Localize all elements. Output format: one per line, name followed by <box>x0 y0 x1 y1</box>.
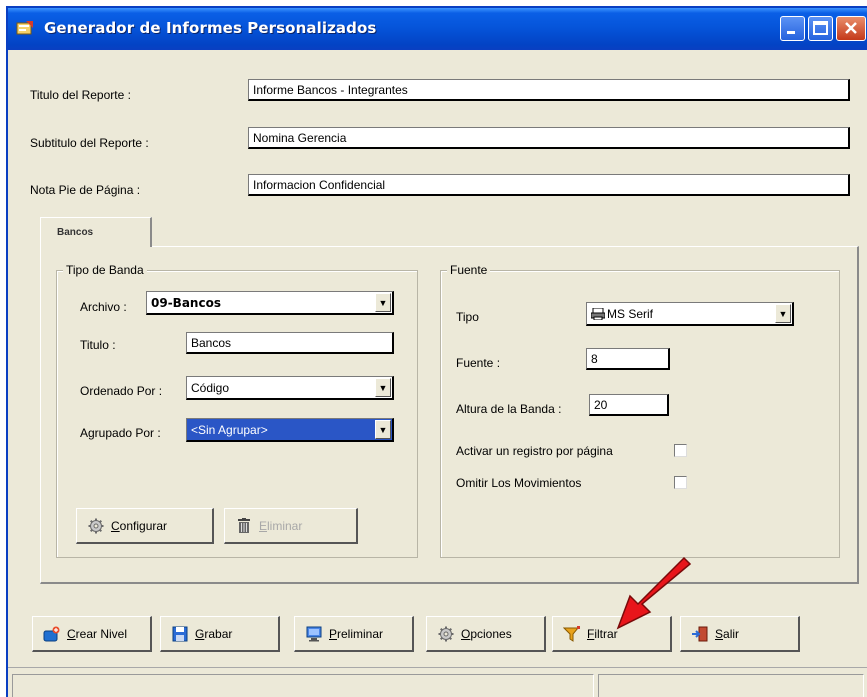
grabar-button[interactable]: Grabar <box>160 616 280 652</box>
preliminar-button[interactable]: Preliminar <box>294 616 414 652</box>
close-icon <box>845 22 857 34</box>
opciones-button[interactable]: Opciones <box>426 616 546 652</box>
status-pane-main <box>12 674 594 697</box>
eliminar-label: Eliminar <box>259 519 303 533</box>
gear-icon <box>88 518 104 534</box>
archivo-select[interactable]: 09-Bancos ▼ <box>146 291 394 315</box>
report-generator-window: Generador de Informes Personalizados Tit… <box>6 6 867 697</box>
salir-button[interactable]: Salir <box>680 616 800 652</box>
chevron-down-icon[interactable]: ▼ <box>375 420 391 439</box>
titulo-banda-label: Titulo : <box>80 338 116 352</box>
titulo-banda-field[interactable]: Bancos <box>186 332 394 354</box>
ordenado-select[interactable]: Código ▼ <box>186 376 394 400</box>
status-bar <box>8 667 867 697</box>
tipo-label: Tipo <box>456 310 479 324</box>
omitir-label: Omitir Los Movimientos <box>456 476 582 490</box>
red-arrow-icon <box>616 556 692 630</box>
title-bar[interactable]: Generador de Informes Personalizados <box>8 8 867 50</box>
nota-label: Nota Pie de Página : <box>30 183 141 197</box>
close-button[interactable] <box>836 16 866 41</box>
grabar-label: Grabar <box>195 627 233 641</box>
agrupado-select[interactable]: <Sin Agrupar> ▼ <box>186 418 394 442</box>
agrupado-value: <Sin Agrupar> <box>191 423 268 437</box>
chevron-down-icon[interactable]: ▼ <box>375 378 391 397</box>
monitor-preview-icon <box>306 626 322 642</box>
altura-field[interactable]: 20 <box>589 394 669 416</box>
tab-bancos[interactable]: Bancos <box>40 217 152 247</box>
fuente-size-field[interactable]: 8 <box>586 348 670 370</box>
window-title: Generador de Informes Personalizados <box>44 19 377 37</box>
maximize-button[interactable] <box>808 16 833 41</box>
crear-nivel-label: Crear Nivel <box>67 627 128 641</box>
fuente-size-label: Fuente : <box>456 356 501 370</box>
configurar-button[interactable]: Configurar <box>76 508 214 544</box>
eliminar-button[interactable]: Eliminar <box>224 508 358 544</box>
altura-label: Altura de la Banda : <box>456 402 562 416</box>
preliminar-label: Preliminar <box>329 627 384 641</box>
ordenado-value: Código <box>191 381 230 395</box>
gear-icon <box>438 626 454 642</box>
configurar-label: Configurar <box>111 519 168 533</box>
omitir-checkbox[interactable] <box>674 476 687 489</box>
tab-bancos-label: Bancos <box>57 227 94 238</box>
printer-font-icon <box>591 308 605 320</box>
titulo-field[interactable]: Informe Bancos - Integrantes <box>248 79 850 101</box>
tipo-banda-title: Tipo de Banda <box>63 263 147 277</box>
trash-icon <box>238 518 250 533</box>
add-level-icon <box>43 626 60 642</box>
maximize-icon <box>813 21 828 35</box>
activar-label: Activar un registro por página <box>456 444 613 458</box>
subtitulo-label: Subtitulo del Reporte : <box>30 136 149 150</box>
chevron-down-icon[interactable]: ▼ <box>375 293 391 312</box>
fuente-title: Fuente <box>447 263 491 277</box>
tipo-font-value: MS Serif <box>607 307 654 321</box>
salir-label: Salir <box>715 627 740 641</box>
subtitulo-field[interactable]: Nomina Gerencia <box>248 127 850 149</box>
archivo-value: 09-Bancos <box>151 296 221 310</box>
status-pane-secondary <box>598 674 864 697</box>
floppy-save-icon <box>172 626 188 642</box>
chevron-down-icon[interactable]: ▼ <box>775 304 791 323</box>
filter-icon <box>563 626 580 642</box>
report-app-icon <box>16 21 33 35</box>
crear-nivel-button[interactable]: Crear Nivel <box>32 616 152 652</box>
tipo-font-select[interactable]: MS Serif ▼ <box>586 302 794 326</box>
activar-checkbox[interactable] <box>674 444 687 457</box>
titulo-label: Titulo del Reporte : <box>30 88 131 102</box>
minimize-icon <box>787 31 795 34</box>
archivo-label: Archivo : <box>80 300 127 314</box>
ordenado-label: Ordenado Por : <box>80 384 163 398</box>
nota-field[interactable]: Informacion Confidencial <box>248 174 850 196</box>
minimize-button[interactable] <box>780 16 805 41</box>
opciones-label: Opciones <box>461 627 512 641</box>
agrupado-label: Agrupado Por : <box>80 426 161 440</box>
